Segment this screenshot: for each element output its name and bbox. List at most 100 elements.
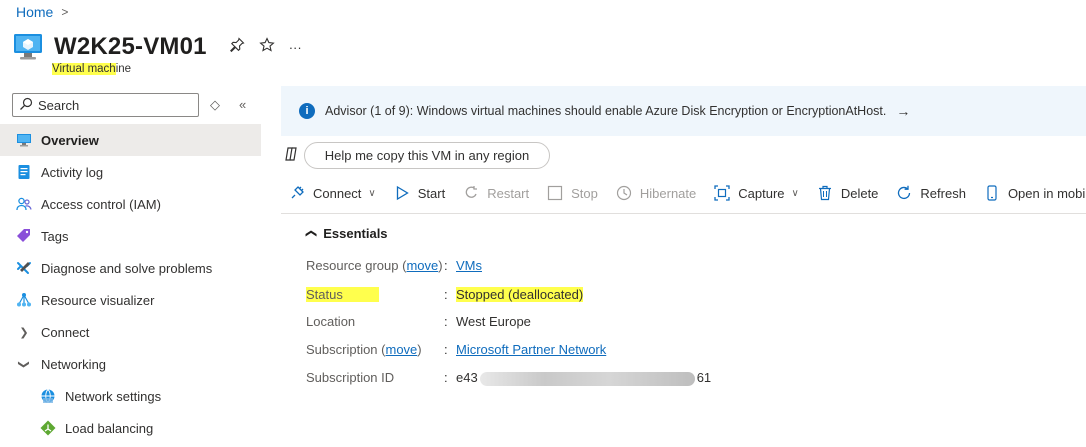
stop-label: Stop: [571, 185, 598, 201]
sidebar-item-access-control[interactable]: Access control (IAM): [0, 188, 261, 220]
location-value: West Europe: [456, 314, 531, 329]
sidebar-item-activity-log[interactable]: Activity log: [0, 156, 261, 188]
open-in-mobile-button[interactable]: Open in mobile: [983, 184, 1086, 202]
sidebar-item-label: Diagnose and solve problems: [41, 260, 213, 276]
sidebar-item-load-balancing[interactable]: Load balancing: [0, 412, 261, 444]
arrow-right-icon[interactable]: →: [896, 103, 910, 119]
command-bar: Connect ∨ Start Restart Stop Hibernate C…: [288, 180, 1086, 206]
redacted-blur: [479, 371, 695, 386]
page-header: W2K25-VM01 ···: [12, 30, 302, 64]
graph-icon: [16, 292, 32, 308]
collapse-sidebar-icon[interactable]: «: [239, 97, 246, 112]
more-options-icon[interactable]: ···: [289, 40, 302, 55]
pin-icon[interactable]: [229, 37, 245, 57]
stop-icon: [546, 184, 564, 202]
hibernate-button[interactable]: Hibernate: [615, 184, 696, 202]
star-icon[interactable]: [259, 37, 275, 57]
essentials-row-status: Status : Stopped (deallocated): [306, 287, 584, 302]
sidebar-item-label: Network settings: [65, 388, 162, 404]
subtitle-highlighted: Virtual mach: [52, 63, 116, 75]
refresh-icon: [895, 184, 913, 202]
load-balancer-icon: [40, 420, 56, 436]
sidebar-item-label: Resource visualizer: [41, 292, 155, 308]
refresh-button[interactable]: Refresh: [895, 184, 966, 202]
sidebar-item-label: Access control (IAM): [41, 196, 161, 212]
resource-group-value-link[interactable]: VMs: [456, 258, 482, 273]
copilot-icon: [283, 146, 299, 165]
sidebar-item-label: Overview: [41, 132, 99, 148]
essentials-row-subscription-id: Subscription ID : e43 61: [306, 370, 712, 386]
capture-icon: [713, 184, 731, 202]
page-title: W2K25-VM01: [54, 33, 207, 60]
advisor-text: Advisor (1 of 9): Windows virtual machin…: [325, 104, 887, 118]
chevron-down-icon: ❯: [17, 359, 30, 369]
search-placeholder: Search: [38, 97, 80, 113]
breadcrumb-separator: >: [61, 5, 69, 19]
location-label: Location: [306, 314, 356, 329]
wrench-icon: [16, 260, 32, 276]
connect-button[interactable]: Connect ∨: [288, 184, 376, 202]
chevron-up-icon: ❯: [305, 228, 318, 239]
sort-icon[interactable]: ◇: [210, 97, 220, 113]
capture-button[interactable]: Capture ∨: [713, 184, 799, 202]
restart-icon: [462, 184, 480, 202]
essentials-heading: Essentials: [323, 226, 388, 241]
subscription-id-value: e43 61: [456, 370, 712, 386]
monitor-icon: [16, 132, 32, 148]
chevron-down-icon: ∨: [791, 187, 799, 199]
sidebar-item-networking[interactable]: ❯ Networking: [0, 348, 261, 380]
sidebar-item-label: Tags: [41, 228, 69, 244]
copy-vm-suggestion-button[interactable]: Help me copy this VM in any region: [304, 142, 550, 169]
hibernate-label: Hibernate: [639, 185, 697, 201]
essentials-row-subscription: Subscription (move) : Microsoft Partner …: [306, 342, 607, 357]
sidebar-item-network-settings[interactable]: Network settings: [0, 380, 261, 412]
sidebar-search-input[interactable]: Search: [12, 93, 199, 117]
move-resource-group-link[interactable]: move: [406, 258, 438, 273]
sidebar-item-connect[interactable]: ❯ Connect: [0, 316, 261, 348]
plug-icon: [288, 184, 306, 202]
network-icon: [40, 388, 56, 404]
essentials-row-resource-group: Resource group (move) : VMs: [306, 258, 482, 273]
move-subscription-link[interactable]: move: [386, 342, 418, 357]
essentials-toggle[interactable]: ❯ Essentials: [305, 226, 388, 241]
sidebar-item-resource-visualizer[interactable]: Resource visualizer: [0, 284, 261, 316]
sidebar-item-label: Networking: [41, 356, 107, 372]
capture-label: Capture: [738, 185, 785, 201]
sidebar-item-diagnose[interactable]: Diagnose and solve problems: [0, 252, 261, 284]
subscription-value-link[interactable]: Microsoft Partner Network: [456, 342, 606, 357]
resource-type-label: Virtual machine: [52, 63, 131, 75]
chevron-down-icon: ∨: [368, 187, 376, 199]
search-icon: [19, 97, 33, 114]
start-label: Start: [417, 185, 446, 201]
start-button[interactable]: Start: [393, 184, 445, 202]
sidebar-item-label: Activity log: [41, 164, 104, 180]
info-icon: i: [299, 103, 315, 119]
status-value: Stopped (deallocated): [456, 287, 584, 302]
breadcrumb: Home >: [16, 4, 68, 20]
open-in-mobile-label: Open in mobile: [1007, 185, 1086, 201]
connect-label: Connect: [313, 185, 362, 201]
refresh-label: Refresh: [920, 185, 966, 201]
breadcrumb-home-link[interactable]: Home: [16, 4, 53, 20]
play-icon: [393, 184, 411, 202]
sidebar-item-tags[interactable]: Tags: [0, 220, 261, 252]
subscription-label: Subscription: [306, 342, 378, 357]
chevron-right-icon: ❯: [19, 326, 29, 339]
essentials-row-location: Location : West Europe: [306, 314, 531, 329]
people-icon: [16, 196, 32, 212]
sidebar-item-label: Connect: [41, 324, 90, 340]
advisor-banner[interactable]: i Advisor (1 of 9): Windows virtual mach…: [281, 86, 1086, 136]
subscription-id-label: Subscription ID: [306, 370, 395, 385]
restart-button[interactable]: Restart: [462, 184, 529, 202]
sidebar-item-label: Load balancing: [65, 420, 154, 436]
sidebar-nav: Overview Activity log Access control (IA…: [0, 124, 261, 444]
clock-icon: [615, 184, 633, 202]
trash-icon: [816, 184, 834, 202]
sidebar-item-overview[interactable]: Overview: [0, 124, 261, 156]
resource-group-label: Resource group: [306, 258, 399, 273]
delete-button[interactable]: Delete: [816, 184, 878, 202]
stop-button[interactable]: Stop: [546, 184, 598, 202]
subtitle-rest: ine: [115, 63, 132, 75]
toolbar-divider: [281, 213, 1086, 214]
restart-label: Restart: [487, 185, 530, 201]
